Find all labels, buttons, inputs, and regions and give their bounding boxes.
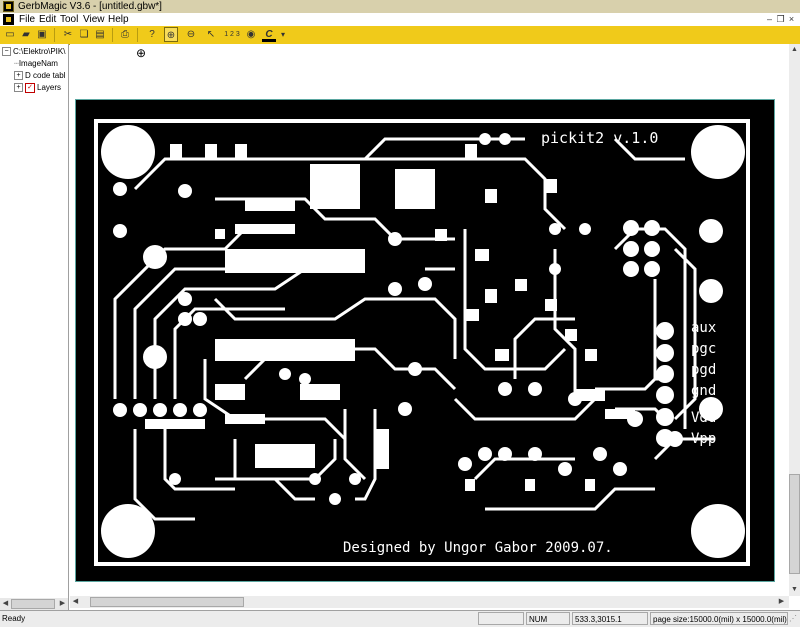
status-page-size: page size:15000.0(mil) x 15000.0(mil)	[650, 612, 788, 625]
zoom-in-icon[interactable]: ⊕	[164, 27, 178, 42]
pin-label-pgc: pgc	[691, 341, 716, 357]
scroll-left-icon[interactable]: ◀	[70, 596, 81, 607]
dropdown-arrow-icon[interactable]: ▾	[278, 27, 288, 42]
vertical-scrollbar[interactable]: ▲ ▼	[789, 44, 800, 596]
tree-root[interactable]: − C:\Elektro\PIK\	[2, 46, 65, 58]
toolbar-separator	[54, 28, 55, 42]
scrollbar-thumb[interactable]	[11, 599, 55, 609]
new-file-icon[interactable]: ▭	[3, 27, 17, 42]
scrollbar-thumb[interactable]	[789, 474, 800, 574]
pin-label-vdd: Vdd	[691, 410, 716, 426]
paste-icon[interactable]: ▤	[93, 27, 107, 42]
tree-item-label: Layers	[37, 83, 62, 92]
tree-root-label: C:\Elektro\PIK\	[13, 47, 66, 56]
toolbar-separator	[137, 28, 138, 42]
zoom-cursor-icon: ⊕	[136, 46, 147, 60]
horizontal-scrollbar[interactable]: ◀ ▶	[70, 596, 789, 608]
menu-view[interactable]: View	[83, 13, 105, 26]
pin-label-aux: aux	[691, 320, 716, 336]
tree-item-layers[interactable]: + ✓ Layers	[14, 82, 61, 94]
tree-item-label: D code tabl	[25, 71, 66, 80]
restore-icon[interactable]: ❐	[775, 14, 786, 25]
status-coordinates: 533.3,3015.1	[572, 612, 648, 625]
save-icon[interactable]: ▣	[35, 27, 49, 42]
menu-bar: File Edit Tool View Help – ❐ ×	[0, 13, 800, 26]
print-icon[interactable]: ⎙	[118, 27, 132, 42]
window-title: GerbMagic V3.6 - [untitled.gbw*]	[18, 1, 162, 12]
scroll-right-icon[interactable]: ▶	[57, 598, 68, 609]
scroll-up-icon[interactable]: ▲	[789, 44, 800, 55]
pcb-board-canvas[interactable]: pickit2 v.1.0 Designed by Ungor Gabor 20…	[75, 99, 775, 582]
cut-icon[interactable]: ✂	[61, 27, 75, 42]
toolbar: ▭ ▰ ▣ ✂ ❏ ▤ ⎙ ? ⊕ ⊖ ↖ 1 2 3 ◉ C ▾	[0, 26, 800, 45]
help-icon[interactable]: ?	[145, 27, 159, 42]
document-logo-icon[interactable]	[3, 14, 14, 25]
ruler-icon[interactable]: 1 2 3	[222, 27, 242, 42]
scroll-down-icon[interactable]: ▼	[789, 584, 800, 595]
select-arrow-icon[interactable]: ↖	[204, 27, 218, 42]
menu-tool[interactable]: Tool	[60, 13, 78, 26]
expand-icon[interactable]: +	[14, 83, 23, 93]
menu-help[interactable]: Help	[108, 13, 129, 26]
expand-icon[interactable]: +	[14, 71, 23, 81]
zoom-out-icon[interactable]: ⊖	[184, 27, 198, 42]
scroll-left-icon[interactable]: ◀	[0, 598, 11, 609]
pin-label-pgd: pgd	[691, 362, 716, 378]
copy-icon[interactable]: ❏	[77, 27, 91, 42]
circle-tool-icon[interactable]: ◉	[244, 27, 258, 42]
tree-item-label: ImageNam	[18, 59, 58, 68]
pin-label-gnd: gnd	[691, 383, 716, 399]
menu-file[interactable]: File	[19, 13, 35, 26]
toolbar-separator	[112, 28, 113, 42]
title-bar: GerbMagic V3.6 - [untitled.gbw*]	[0, 0, 800, 13]
status-caps	[478, 612, 524, 625]
menu-edit[interactable]: Edit	[39, 13, 56, 26]
tree-item-imagename[interactable]: ┄ImageNam	[14, 58, 58, 70]
scroll-right-icon[interactable]: ▶	[776, 596, 787, 607]
status-bar: Ready NUM 533.3,3015.1 page size:15000.0…	[0, 610, 800, 627]
layer-tree-panel: − C:\Elektro\PIK\ ┄ImageNam + D code tabl …	[0, 44, 69, 610]
minimize-icon[interactable]: –	[764, 14, 775, 25]
scrollbar-thumb[interactable]	[90, 597, 244, 607]
layer-check-icon[interactable]: ✓	[25, 82, 35, 93]
resize-grip-icon[interactable]: ⋰	[789, 614, 797, 623]
pin-label-vpp: Vpp	[691, 431, 716, 447]
board-credit: Designed by Ungor Gabor 2009.07.	[343, 540, 613, 556]
tree-horizontal-scrollbar[interactable]: ◀ ▶	[0, 598, 68, 610]
color-picker-icon[interactable]: C	[262, 27, 276, 42]
tree-item-dcode-table[interactable]: + D code tabl	[14, 70, 65, 82]
close-icon[interactable]: ×	[786, 14, 797, 25]
gerber-view[interactable]: ⊕ pickit2 v.1.0 Designed by Ungor Gabor …	[70, 44, 789, 596]
open-folder-icon[interactable]: ▰	[19, 27, 33, 42]
collapse-icon[interactable]: −	[2, 47, 11, 57]
status-ready: Ready	[2, 614, 26, 623]
board-title: pickit2 v.1.0	[541, 129, 658, 147]
status-num: NUM	[526, 612, 570, 625]
app-logo-icon	[3, 1, 14, 12]
